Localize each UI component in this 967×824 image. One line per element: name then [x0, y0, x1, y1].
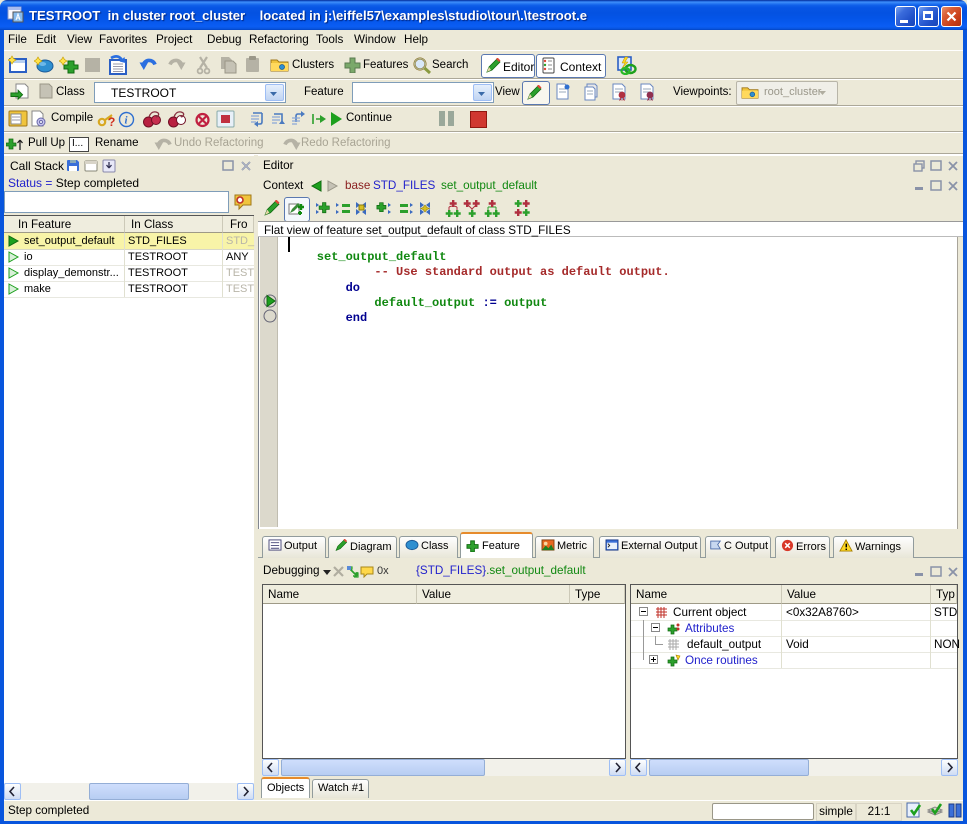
svg-text:i: i	[125, 115, 129, 127]
svg-text:?: ?	[108, 115, 115, 129]
